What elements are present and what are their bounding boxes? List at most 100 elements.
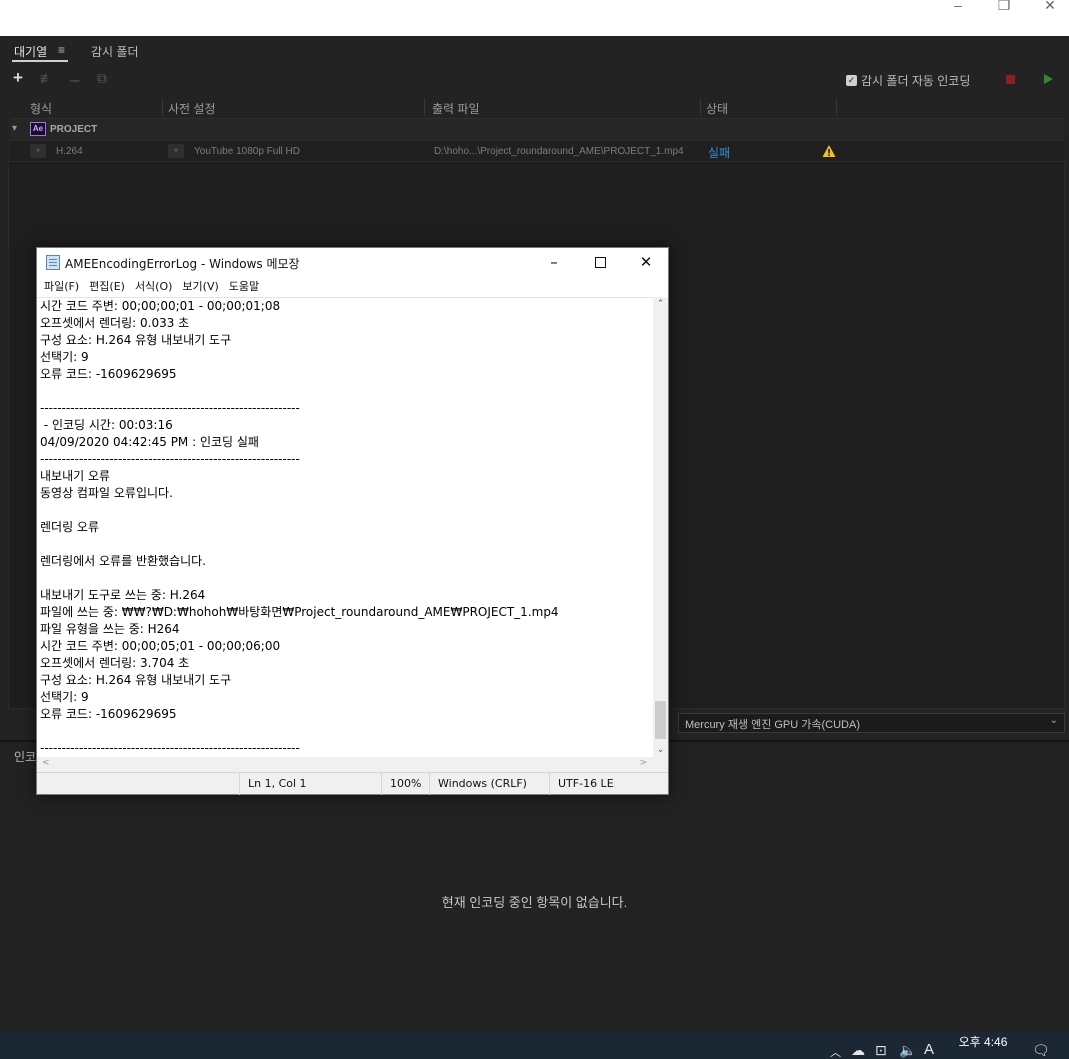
renderer-select[interactable]: Mercury 재생 엔진 GPU 가속(CUDA) ⌄ xyxy=(678,713,1065,733)
app-title-bar: – ❐ ✕ xyxy=(0,0,1069,36)
log-line: 오프셋에서 렌더링: 3.704 초 xyxy=(40,656,190,670)
format-dropdown-icon[interactable]: ▾ xyxy=(30,144,46,158)
zoom-level: 100% xyxy=(381,773,429,795)
notepad-menu-bar: 파일(F) 편집(E) 서식(O) 보기(V) 도움말 xyxy=(37,278,668,297)
after-effects-icon: Ae xyxy=(30,122,46,136)
queue-toolbar: + ≢ – ⧉ ✓ 감시 폴더 자동 인코딩 xyxy=(0,66,1069,94)
taskbar-clock[interactable]: 오후 4:46 xyxy=(948,1035,1018,1049)
maximize-icon xyxy=(594,257,606,268)
notification-center-icon[interactable]: 🗨 xyxy=(1032,1042,1050,1059)
checkbox-checked-icon[interactable]: ✓ xyxy=(846,75,857,86)
auto-encode-label: 감시 폴더 자동 인코딩 xyxy=(861,74,971,88)
log-line: 구성 요소: H.264 유형 내보내기 도구 xyxy=(40,673,232,687)
log-line: 파일에 쓰는 중: ₩₩?₩D:₩hohoh₩바탕화면₩Project_roun… xyxy=(40,605,559,619)
add-source-icon[interactable]: + xyxy=(13,68,23,88)
log-line: 내보내기 오류 xyxy=(40,469,111,483)
column-format[interactable]: 형식 xyxy=(30,100,52,117)
queue-group-row[interactable]: ▾ Ae PROJECT xyxy=(10,118,1065,140)
column-divider[interactable] xyxy=(162,98,163,116)
log-line: 렌더링 오류 xyxy=(40,520,100,534)
log-line: 오류 코드: -1609629695 xyxy=(40,367,177,381)
column-divider[interactable] xyxy=(836,98,837,116)
menu-format[interactable]: 서식(O) xyxy=(130,278,177,297)
restore-button[interactable]: ❐ xyxy=(981,0,1027,14)
chevron-down-icon: ⌄ xyxy=(1049,715,1058,726)
log-line: - 인코딩 시간: 00:03:16 xyxy=(40,418,173,432)
column-output-file[interactable]: 출력 파일 xyxy=(432,100,480,117)
tab-queue[interactable]: 대기열 xyxy=(14,43,47,60)
horizontal-scrollbar[interactable]: < > xyxy=(37,757,653,772)
queue-column-header: 형식 사전 설정 출력 파일 상태 xyxy=(10,98,1065,118)
text-encoding: UTF-16 LE xyxy=(549,773,668,795)
volume-icon[interactable]: 🔈 xyxy=(899,1042,916,1059)
log-line: 구성 요소: H.264 유형 내보내기 도구 xyxy=(40,333,232,347)
empty-encoding-message: 현재 인코딩 중인 항목이 없습니다. xyxy=(441,895,628,910)
windows-taskbar: ︿ ☁ ⊡ 🔈 A 오후 4:46 🗨 xyxy=(0,1032,1069,1059)
stop-queue-icon[interactable] xyxy=(1006,75,1015,84)
log-line: 내보내기 도구로 쓰는 중: H.264 xyxy=(40,588,206,602)
log-line: 04/09/2020 04:42:45 PM : 인코딩 실패 xyxy=(40,435,259,449)
start-queue-icon[interactable] xyxy=(1044,74,1053,84)
column-status[interactable]: 상태 xyxy=(706,100,728,117)
minimize-button[interactable]: – xyxy=(935,0,981,14)
close-button[interactable]: ✕ xyxy=(623,248,669,278)
preset-settings-icon[interactable]: ≢ xyxy=(40,70,54,86)
network-icon[interactable]: ⊡ xyxy=(875,1042,887,1059)
maximize-button[interactable] xyxy=(577,248,623,278)
scroll-down-icon[interactable]: ⌄ xyxy=(653,745,668,755)
tab-watch-folders[interactable]: 감시 폴더 xyxy=(91,43,139,60)
menu-file[interactable]: 파일(F) xyxy=(39,278,84,297)
preset-dropdown-icon[interactable]: ▾ xyxy=(168,144,184,158)
scroll-up-icon[interactable]: ⌃ xyxy=(653,299,668,309)
log-line: ----------------------------------------… xyxy=(40,741,300,755)
log-line: 선택기: 9 xyxy=(40,690,89,704)
vertical-scrollbar[interactable]: ⌃ ⌄ xyxy=(653,297,668,757)
queue-menu-icon[interactable]: ≡ xyxy=(58,43,65,57)
menu-help[interactable]: 도움말 xyxy=(224,278,264,297)
minimize-button[interactable]: – xyxy=(531,248,577,278)
notepad-text-area[interactable]: 시간 코드 주변: 00;00;00;01 - 00;00;01;08 오프셋에서… xyxy=(37,297,653,757)
notepad-window: AMEEncodingErrorLog - Windows 메모장 – ✕ 파일… xyxy=(36,247,669,795)
menu-view[interactable]: 보기(V) xyxy=(177,278,223,297)
log-line: 동영상 컴파일 오류입니다. xyxy=(40,486,173,500)
renderer-value: Mercury 재생 엔진 GPU 가속(CUDA) xyxy=(685,719,861,731)
scroll-right-icon[interactable]: > xyxy=(639,758,647,768)
close-button[interactable]: ✕ xyxy=(1027,0,1069,14)
item-format[interactable]: H.264 xyxy=(56,146,83,157)
scroll-left-icon[interactable]: < xyxy=(42,758,50,768)
notepad-title-bar[interactable]: AMEEncodingErrorLog - Windows 메모장 – ✕ xyxy=(37,248,668,278)
ime-indicator[interactable]: A xyxy=(924,1041,934,1058)
line-ending: Windows (CRLF) xyxy=(429,773,549,795)
panel-tabs: 대기열 ≡ 감시 폴더 xyxy=(0,36,1069,64)
column-divider[interactable] xyxy=(424,98,425,116)
chevron-down-icon[interactable]: ▾ xyxy=(12,123,17,134)
auto-encode-toggle[interactable]: ✓ 감시 폴더 자동 인코딩 xyxy=(846,72,970,89)
onedrive-icon[interactable]: ☁ xyxy=(851,1042,865,1059)
notepad-title: AMEEncodingErrorLog - Windows 메모장 xyxy=(65,257,300,271)
group-name: PROJECT xyxy=(50,124,98,135)
item-preset[interactable]: YouTube 1080p Full HD xyxy=(194,146,300,157)
queue-item-row[interactable]: ▾ H.264 ▾ YouTube 1080p Full HD D:\hoho.… xyxy=(10,140,1065,162)
log-text: 시간 코드 주변: 00;00;00;01 - 00;00;01;08 오프셋에서… xyxy=(40,298,559,757)
log-line: 시간 코드 주변: 00;00;05;01 - 00;00;06;00 xyxy=(40,639,281,653)
item-output-file[interactable]: D:\hoho...\Project_roundaround_AME\PROJE… xyxy=(434,146,684,157)
menu-edit[interactable]: 편집(E) xyxy=(84,278,130,297)
remove-icon[interactable]: – xyxy=(70,70,79,90)
warning-icon[interactable] xyxy=(822,144,836,158)
item-status-failed[interactable]: 실패 xyxy=(708,144,730,161)
scroll-thumb[interactable] xyxy=(655,701,666,739)
duplicate-icon[interactable]: ⧉ xyxy=(97,70,107,87)
log-line: 렌더링에서 오류를 반환했습니다. xyxy=(40,554,207,568)
log-line: 선택기: 9 xyxy=(40,350,89,364)
log-line: 오프셋에서 렌더링: 0.033 초 xyxy=(40,316,190,330)
log-line: ----------------------------------------… xyxy=(40,452,300,466)
column-divider[interactable] xyxy=(700,98,701,116)
column-preset[interactable]: 사전 설정 xyxy=(168,100,216,117)
log-line: 파일 유형을 쓰는 중: H264 xyxy=(40,622,180,636)
show-hidden-icons-icon[interactable]: ︿ xyxy=(830,1044,841,1059)
scrollbar-corner xyxy=(653,757,668,772)
